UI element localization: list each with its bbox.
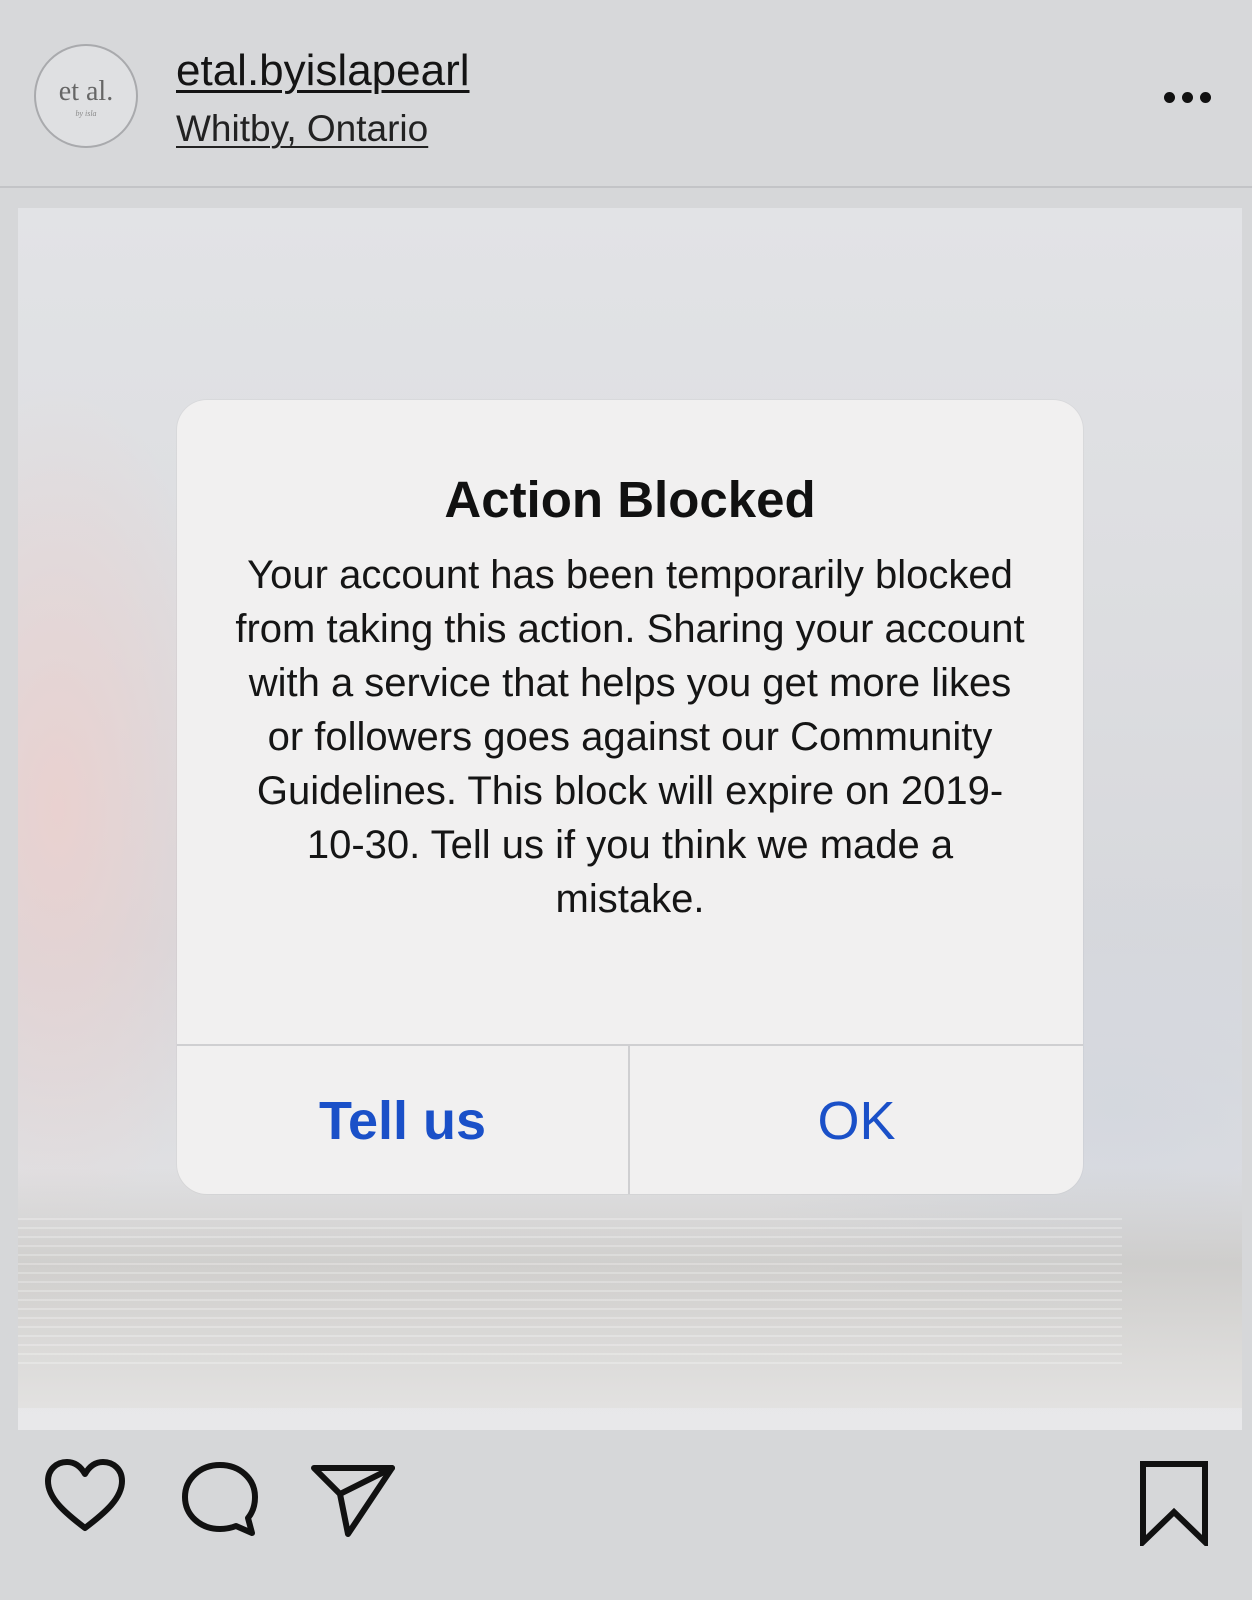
post-image-texture [18,1218,1122,1368]
username-link[interactable]: etal.byislapearl [176,46,470,96]
tell-us-button[interactable]: Tell us [177,1046,630,1194]
dialog-message: Your account has been temporarily blocke… [235,553,1025,921]
heart-icon[interactable] [44,1458,126,1532]
location-link[interactable]: Whitby, Ontario [176,108,428,150]
dialog-title: Action Blocked [444,471,816,528]
bookmark-icon[interactable] [1138,1460,1210,1546]
ok-button[interactable]: OK [630,1046,1083,1194]
dialog-button-row: Tell us OK [177,1044,1083,1194]
comment-icon[interactable] [180,1460,260,1538]
post-action-bar [0,1450,1252,1600]
avatar-logo-subtext: by isla [75,109,97,118]
send-icon[interactable] [310,1462,396,1538]
more-dots-icon[interactable] [1164,92,1212,104]
post-header: et al. by isla etal.byislapearl Whitby, … [0,0,1252,188]
avatar-logo-text: et al. [58,76,114,107]
avatar[interactable]: et al. by isla [34,44,138,148]
action-blocked-dialog: Action Blocked Your account has been tem… [177,400,1083,1194]
